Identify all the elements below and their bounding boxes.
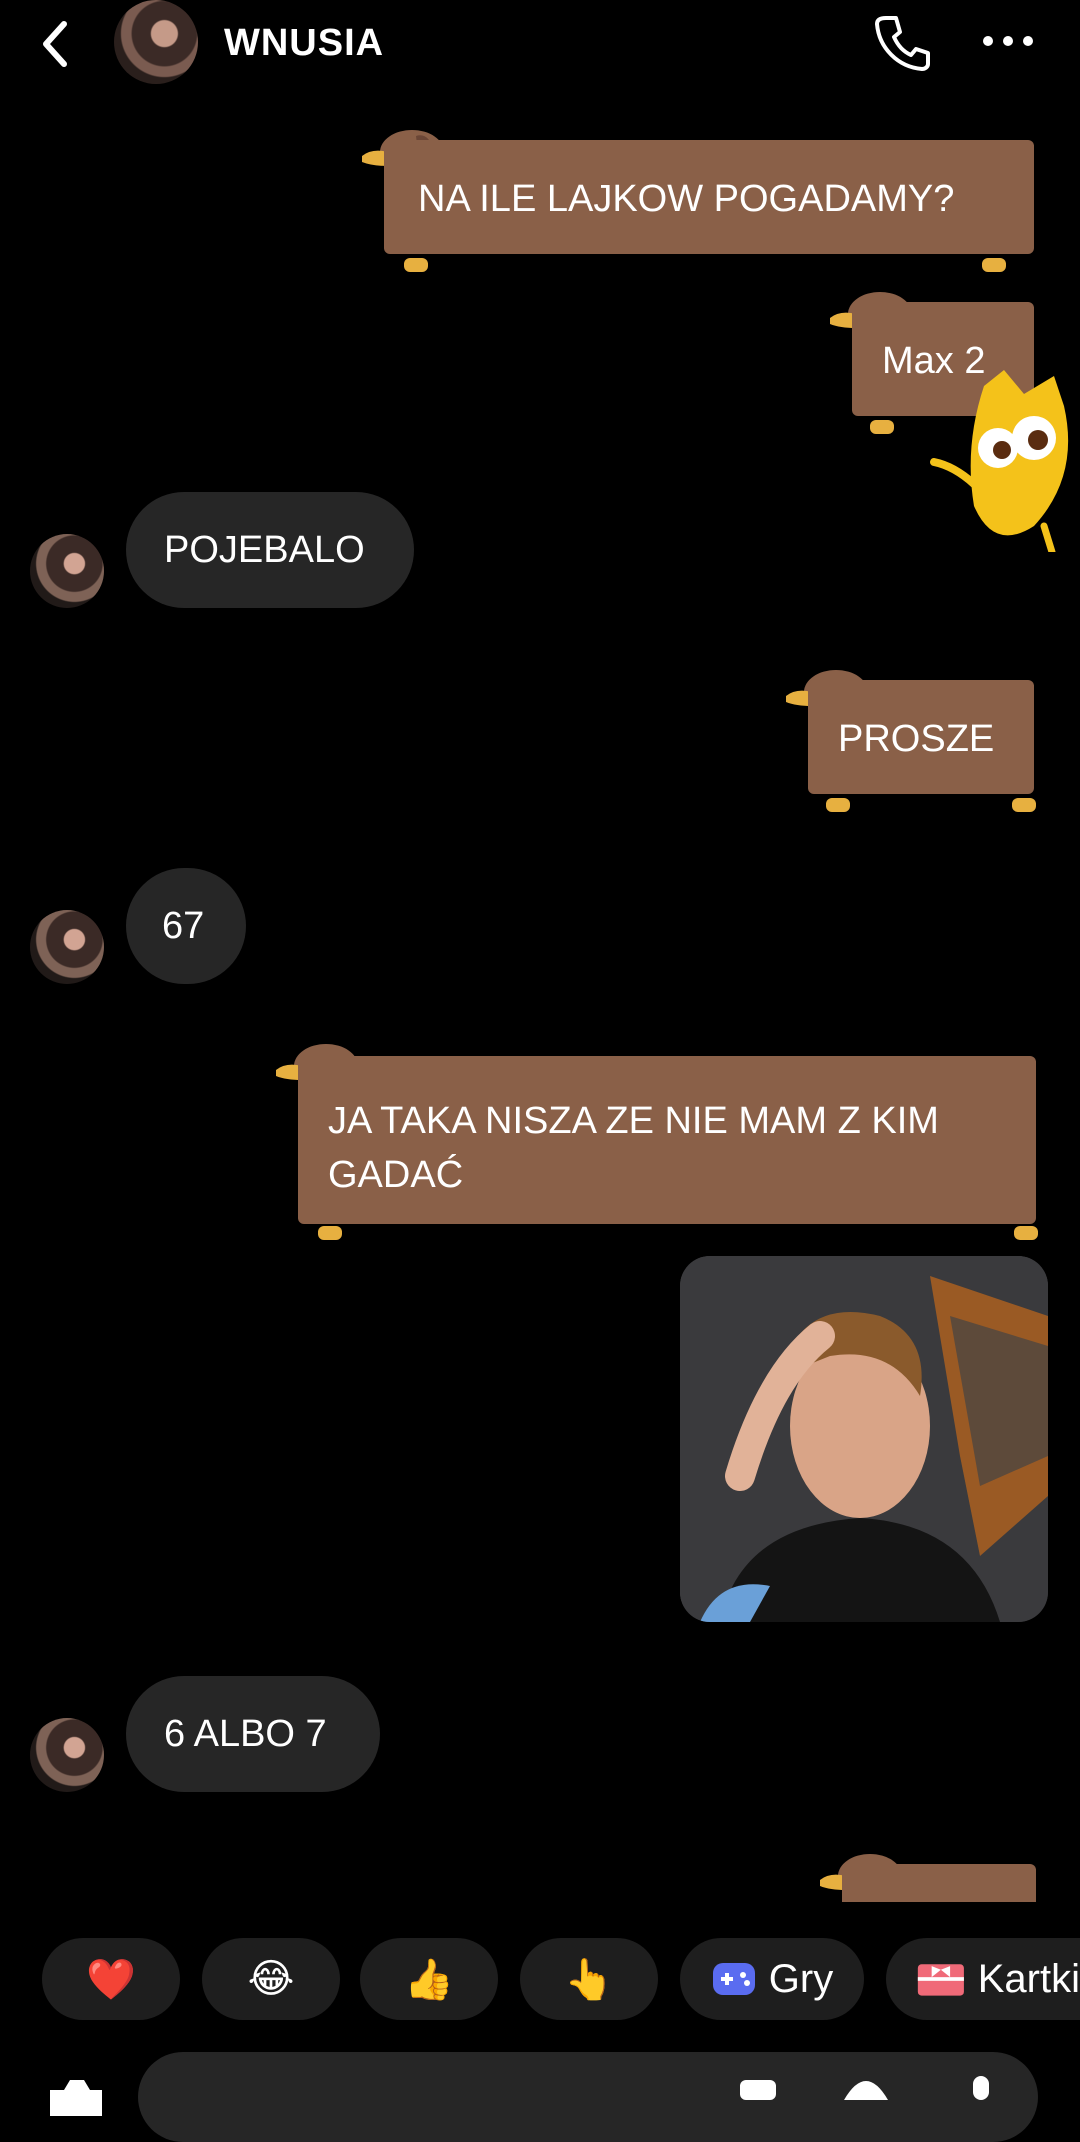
contact-avatar[interactable]: [114, 0, 198, 84]
point-up-emoji: 👆: [564, 1957, 614, 2002]
contact-avatar-small[interactable]: [30, 1718, 104, 1792]
gamepad-icon: [712, 1963, 755, 1995]
received-message[interactable]: 6 ALBO 7: [126, 1676, 380, 1792]
message-text: 6 ALBO 7: [164, 1712, 327, 1755]
quick-reaction-heart[interactable]: ❤️: [42, 1938, 180, 2020]
image-icon[interactable]: [736, 2080, 780, 2100]
chat-header: WNUSIA: [0, 0, 1080, 90]
cards-label: Kartki: [977, 1956, 1080, 2001]
laugh-emoji: 😂: [247, 1957, 295, 2001]
contact-avatar-small[interactable]: [30, 534, 104, 608]
received-message[interactable]: 67: [126, 868, 246, 984]
message-text: PROSZE: [838, 718, 995, 760]
message-text: POJEBALO: [164, 528, 365, 571]
back-arrow-icon[interactable]: [36, 14, 76, 74]
more-options-icon[interactable]: [980, 26, 1036, 56]
message-input[interactable]: [138, 2052, 1038, 2142]
sent-message[interactable]: NA ILE LAJKOW POGADAMY?: [352, 122, 1052, 282]
contact-name[interactable]: WNUSIA: [224, 22, 384, 65]
games-button[interactable]: Gry: [680, 1938, 864, 2020]
games-label: Gry: [768, 1956, 834, 2001]
message-text: NA ILE LAJKOW POGADAMY?: [418, 178, 955, 220]
message-text-line-2: GADAĆ: [328, 1154, 464, 1196]
phone-icon[interactable]: [870, 10, 934, 74]
quick-reaction-thumbs-up[interactable]: 👍: [360, 1938, 498, 2020]
quick-reaction-laugh[interactable]: 😂: [202, 1938, 340, 2020]
contact-avatar-small[interactable]: [30, 910, 104, 984]
heart-emoji: ❤️: [86, 1957, 136, 2002]
microphone-icon[interactable]: [966, 2076, 996, 2100]
photo-message[interactable]: [680, 1256, 1048, 1622]
sent-message[interactable]: PROSZE: [776, 662, 1052, 822]
sent-message[interactable]: JA TAKA NISZA ZE NIE MAM Z KIM GADAĆ: [266, 1036, 1052, 1246]
quick-reaction-point-up[interactable]: 👆: [520, 1938, 658, 2020]
sticker-icon: [930, 370, 1069, 552]
cards-button[interactable]: Kartki: [886, 1938, 1080, 2020]
thumbs-up-emoji: 👍: [404, 1957, 454, 2002]
received-message[interactable]: POJEBALO: [126, 492, 414, 608]
photo-thumbnail: [680, 1256, 1048, 1622]
camera-icon[interactable]: [40, 2076, 110, 2116]
sticker-face-icon[interactable]: [842, 2078, 890, 2100]
message-text: 67: [162, 904, 205, 947]
gift-card-icon: [917, 1964, 964, 1996]
message-text-line-1: JA TAKA NISZA ZE NIE MAM Z KIM: [328, 1100, 939, 1142]
sent-message-partial[interactable]: [810, 1846, 1052, 1902]
